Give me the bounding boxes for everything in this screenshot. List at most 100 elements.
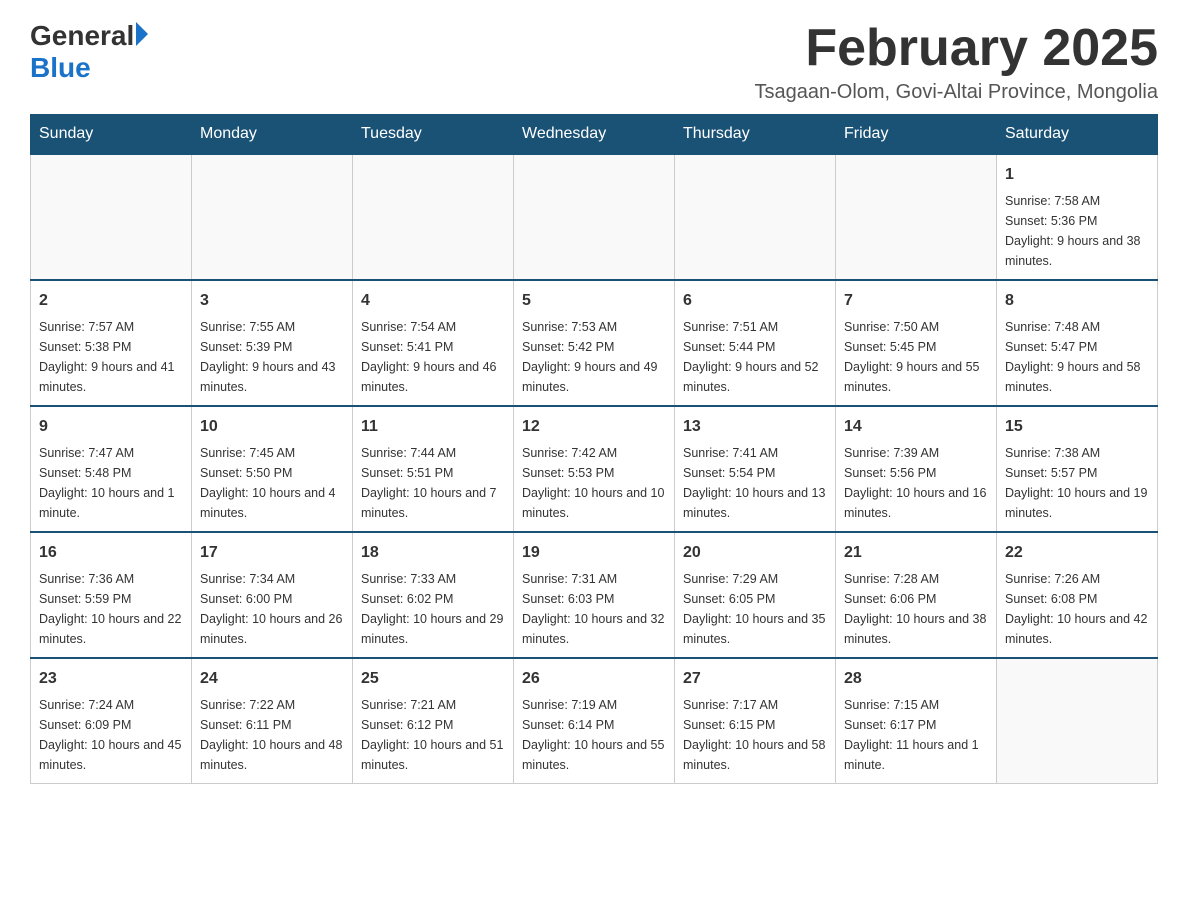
day-info: Sunrise: 7:29 AMSunset: 6:05 PMDaylight:… <box>683 569 827 649</box>
calendar-week-3: 9 Sunrise: 7:47 AMSunset: 5:48 PMDaylight… <box>31 406 1158 532</box>
day-number: 17 <box>200 541 344 565</box>
day-info: Sunrise: 7:53 AMSunset: 5:42 PMDaylight:… <box>522 317 666 397</box>
col-wednesday: Wednesday <box>514 115 675 155</box>
table-row: 15 Sunrise: 7:38 AMSunset: 5:57 PMDayligh… <box>997 406 1158 532</box>
table-row: 3 Sunrise: 7:55 AMSunset: 5:39 PMDaylight… <box>192 280 353 406</box>
day-number: 18 <box>361 541 505 565</box>
day-info: Sunrise: 7:55 AMSunset: 5:39 PMDaylight:… <box>200 317 344 397</box>
table-row: 4 Sunrise: 7:54 AMSunset: 5:41 PMDaylight… <box>353 280 514 406</box>
table-row: 10Sunrise: 7:45 AMSunset: 5:50 PMDayligh… <box>192 406 353 532</box>
table-row: 21 Sunrise: 7:28 AMSunset: 6:06 PMDayligh… <box>836 532 997 658</box>
day-info: Sunrise: 7:39 AMSunset: 5:56 PMDaylight:… <box>844 443 988 523</box>
day-number: 20 <box>683 541 827 565</box>
day-number: 28 <box>844 667 988 691</box>
table-row: 14 Sunrise: 7:39 AMSunset: 5:56 PMDayligh… <box>836 406 997 532</box>
table-row <box>836 154 997 280</box>
logo: General Blue <box>30 20 148 84</box>
table-row: 7Sunrise: 7:50 AMSunset: 5:45 PMDaylight… <box>836 280 997 406</box>
day-info: Sunrise: 7:34 AMSunset: 6:00 PMDaylight:… <box>200 569 344 649</box>
logo-blue-text: Blue <box>30 52 91 84</box>
day-info: Sunrise: 7:21 AMSunset: 6:12 PMDaylight:… <box>361 695 505 775</box>
day-info: Sunrise: 7:58 AMSunset: 5:36 PMDaylight:… <box>1005 191 1149 271</box>
day-number: 21 <box>844 541 988 565</box>
table-row <box>514 154 675 280</box>
table-row: 25 Sunrise: 7:21 AMSunset: 6:12 PMDayligh… <box>353 658 514 784</box>
day-number: 26 <box>522 667 666 691</box>
table-row: 19Sunrise: 7:31 AMSunset: 6:03 PMDayligh… <box>514 532 675 658</box>
calendar-header-row: Sunday Monday Tuesday Wednesday Thursday… <box>31 115 1158 155</box>
day-info: Sunrise: 7:28 AMSunset: 6:06 PMDaylight:… <box>844 569 988 649</box>
table-row: 16 Sunrise: 7:36 AMSunset: 5:59 PMDayligh… <box>31 532 192 658</box>
day-info: Sunrise: 7:47 AMSunset: 5:48 PMDaylight:… <box>39 443 183 523</box>
table-row: 18Sunrise: 7:33 AMSunset: 6:02 PMDayligh… <box>353 532 514 658</box>
table-row: 9 Sunrise: 7:47 AMSunset: 5:48 PMDaylight… <box>31 406 192 532</box>
table-row: 6 Sunrise: 7:51 AMSunset: 5:44 PMDaylight… <box>675 280 836 406</box>
day-number: 15 <box>1005 415 1149 439</box>
day-info: Sunrise: 7:36 AMSunset: 5:59 PMDaylight:… <box>39 569 183 649</box>
day-number: 2 <box>39 289 183 313</box>
table-row: 23 Sunrise: 7:24 AMSunset: 6:09 PMDayligh… <box>31 658 192 784</box>
day-info: Sunrise: 7:51 AMSunset: 5:44 PMDaylight:… <box>683 317 827 397</box>
calendar-week-4: 16 Sunrise: 7:36 AMSunset: 5:59 PMDayligh… <box>31 532 1158 658</box>
col-thursday: Thursday <box>675 115 836 155</box>
table-row <box>675 154 836 280</box>
table-row <box>192 154 353 280</box>
logo-general-text: General <box>30 20 134 52</box>
col-monday: Monday <box>192 115 353 155</box>
title-area: February 2025 Tsagaan-Olom, Govi-Altai P… <box>754 20 1158 104</box>
calendar-table: Sunday Monday Tuesday Wednesday Thursday… <box>30 114 1158 784</box>
day-number: 6 <box>683 289 827 313</box>
day-info: Sunrise: 7:38 AMSunset: 5:57 PMDaylight:… <box>1005 443 1149 523</box>
day-number: 22 <box>1005 541 1149 565</box>
day-number: 14 <box>844 415 988 439</box>
table-row: 26 Sunrise: 7:19 AMSunset: 6:14 PMDayligh… <box>514 658 675 784</box>
day-info: Sunrise: 7:44 AMSunset: 5:51 PMDaylight:… <box>361 443 505 523</box>
day-info: Sunrise: 7:26 AMSunset: 6:08 PMDaylight:… <box>1005 569 1149 649</box>
logo-blue-part <box>134 26 148 46</box>
day-info: Sunrise: 7:48 AMSunset: 5:47 PMDaylight:… <box>1005 317 1149 397</box>
table-row: 12 Sunrise: 7:42 AMSunset: 5:53 PMDayligh… <box>514 406 675 532</box>
table-row <box>31 154 192 280</box>
day-number: 3 <box>200 289 344 313</box>
day-number: 4 <box>361 289 505 313</box>
table-row: 8 Sunrise: 7:48 AMSunset: 5:47 PMDaylight… <box>997 280 1158 406</box>
table-row: 28 Sunrise: 7:15 AMSunset: 6:17 PMDayligh… <box>836 658 997 784</box>
col-friday: Friday <box>836 115 997 155</box>
calendar-week-2: 2Sunrise: 7:57 AMSunset: 5:38 PMDaylight… <box>31 280 1158 406</box>
day-number: 12 <box>522 415 666 439</box>
logo-triangle-icon <box>136 22 148 46</box>
day-info: Sunrise: 7:24 AMSunset: 6:09 PMDaylight:… <box>39 695 183 775</box>
col-saturday: Saturday <box>997 115 1158 155</box>
day-info: Sunrise: 7:41 AMSunset: 5:54 PMDaylight:… <box>683 443 827 523</box>
table-row <box>353 154 514 280</box>
day-info: Sunrise: 7:19 AMSunset: 6:14 PMDaylight:… <box>522 695 666 775</box>
table-row: 22 Sunrise: 7:26 AMSunset: 6:08 PMDayligh… <box>997 532 1158 658</box>
day-info: Sunrise: 7:31 AMSunset: 6:03 PMDaylight:… <box>522 569 666 649</box>
day-info: Sunrise: 7:42 AMSunset: 5:53 PMDaylight:… <box>522 443 666 523</box>
day-number: 5 <box>522 289 666 313</box>
calendar-week-1: 1 Sunrise: 7:58 AMSunset: 5:36 PMDaylight… <box>31 154 1158 280</box>
day-number: 24 <box>200 667 344 691</box>
day-number: 11 <box>361 415 505 439</box>
table-row: 24Sunrise: 7:22 AMSunset: 6:11 PMDayligh… <box>192 658 353 784</box>
day-number: 23 <box>39 667 183 691</box>
day-number: 8 <box>1005 289 1149 313</box>
day-number: 16 <box>39 541 183 565</box>
day-info: Sunrise: 7:17 AMSunset: 6:15 PMDaylight:… <box>683 695 827 775</box>
day-number: 27 <box>683 667 827 691</box>
day-number: 7 <box>844 289 988 313</box>
table-row: 20 Sunrise: 7:29 AMSunset: 6:05 PMDayligh… <box>675 532 836 658</box>
day-info: Sunrise: 7:54 AMSunset: 5:41 PMDaylight:… <box>361 317 505 397</box>
col-sunday: Sunday <box>31 115 192 155</box>
day-number: 1 <box>1005 163 1149 187</box>
table-row: 13Sunrise: 7:41 AMSunset: 5:54 PMDayligh… <box>675 406 836 532</box>
day-number: 9 <box>39 415 183 439</box>
table-row <box>997 658 1158 784</box>
table-row: 2Sunrise: 7:57 AMSunset: 5:38 PMDaylight… <box>31 280 192 406</box>
table-row: 11 Sunrise: 7:44 AMSunset: 5:51 PMDayligh… <box>353 406 514 532</box>
day-info: Sunrise: 7:15 AMSunset: 6:17 PMDaylight:… <box>844 695 988 775</box>
page-header: General Blue February 2025 Tsagaan-Olom,… <box>30 20 1158 104</box>
day-number: 25 <box>361 667 505 691</box>
col-tuesday: Tuesday <box>353 115 514 155</box>
calendar-week-5: 23 Sunrise: 7:24 AMSunset: 6:09 PMDayligh… <box>31 658 1158 784</box>
